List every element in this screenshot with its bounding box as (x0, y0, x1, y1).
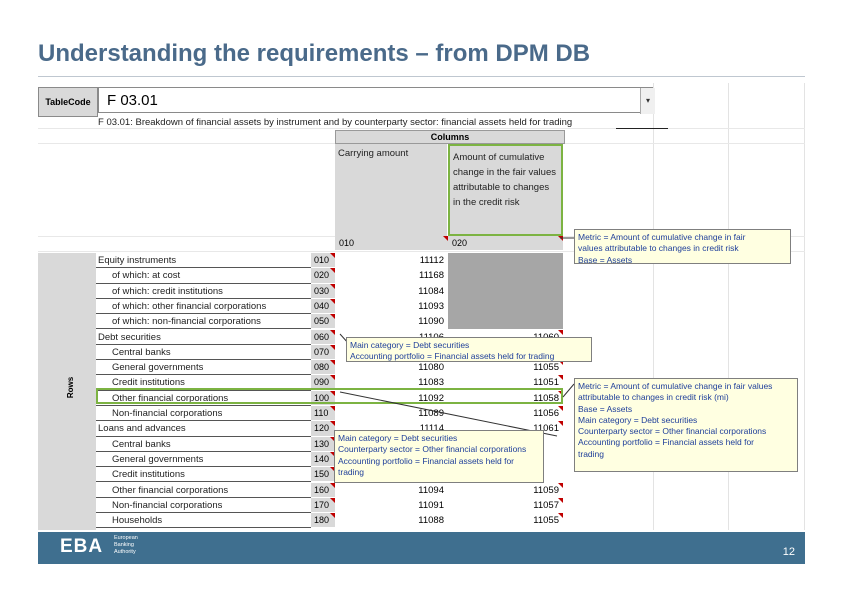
connector-arrows (339, 237, 575, 437)
note-line: Accounting portfolio = Financial assets … (338, 455, 515, 466)
eba-org-name: European Banking Authority (114, 535, 138, 555)
comment-note-col020[interactable]: Metric = Amount of cumulative change in … (574, 229, 791, 265)
comment-note-cell100[interactable]: Metric = Amount of cumulative change in … (574, 378, 798, 472)
comment-note-row100[interactable]: Main category = Debt securities Counterp… (334, 430, 544, 483)
eba-logo: EBA (60, 536, 104, 557)
footer-bar: EBA European Banking Authority 12 (38, 532, 805, 564)
note-line: Base = Assets (578, 254, 633, 265)
note-line: Main category = Debt securities (578, 414, 698, 425)
connector-arrow (562, 383, 575, 398)
page-number: 12 (782, 546, 795, 558)
note-line: Counterparty sector = Other financial co… (338, 444, 527, 455)
note-line: Metric = Amount of cumulative change in … (578, 232, 746, 242)
note-line: Base = Assets (578, 403, 633, 414)
note-line: attributable to changes in credit risk (… (578, 392, 729, 403)
note-line: trading (338, 466, 364, 477)
note-line: Main category = Debt securities (338, 433, 458, 443)
note-line: Main category = Debt securities (350, 340, 470, 350)
note-line: trading (578, 448, 604, 459)
note-line: Accounting portfolio = Financial assets … (350, 351, 555, 362)
comment-note-row060[interactable]: Main category = Debt securities Accounti… (346, 337, 592, 362)
note-line: Accounting portfolio = Financial assets … (578, 437, 755, 448)
note-line: Metric = Amount of cumulative change in … (578, 381, 773, 391)
note-line: values attributable to changes in credit… (578, 243, 739, 254)
note-line: Counterparty sector = Other financial co… (578, 426, 767, 437)
